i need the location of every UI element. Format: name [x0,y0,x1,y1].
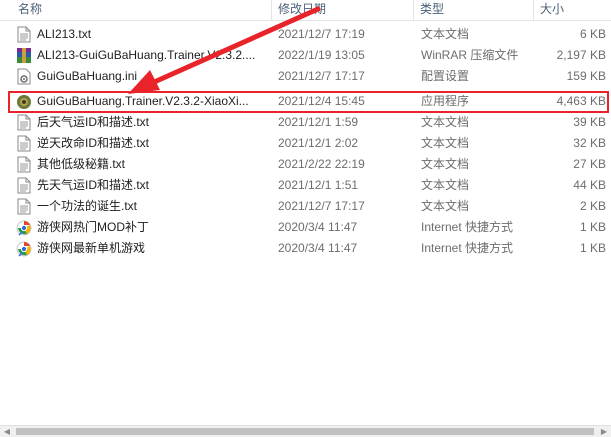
file-size: 27 KB [573,157,606,171]
file-name: GuiGuBaHuang.ini [37,69,138,83]
selection-highlight-box [8,91,609,113]
file-type: 文本文档 [421,136,470,150]
file-date: 2021/12/1 2:02 [278,136,359,150]
file-date: 2021/12/7 17:17 [278,199,365,213]
file-row[interactable]: 游侠网热门MOD补丁 2020/3/4 11:47 Internet 快捷方式 … [0,217,611,238]
file-size: 1 KB [579,241,606,255]
file-type: 文本文档 [421,27,470,41]
file-date: 2020/3/4 11:47 [278,241,358,255]
file-row[interactable]: 游侠网最新单机游戏 2020/3/4 11:47 Internet 快捷方式 1… [0,238,611,259]
file-row[interactable]: ALI213.txt 2021/12/7 17:19 文本文档 6 KB [0,24,611,45]
file-type: 文本文档 [421,115,470,129]
file-type: 文本文档 [421,157,470,171]
file-size: 2 KB [579,199,606,213]
file-size: 159 KB [566,69,606,83]
column-header-type-label: 类型 [420,2,445,16]
text-file-icon [16,156,32,173]
file-name: 其他低级秘籍.txt [37,157,126,171]
internet-shortcut-icon [16,240,32,257]
file-name: 先天气运ID和描述.txt [37,178,150,192]
text-file-icon [16,177,32,194]
file-row[interactable]: 逆天改命ID和描述.txt 2021/12/1 2:02 文本文档 32 KB [0,133,611,154]
scroll-left-icon[interactable]: ◀ [0,426,14,437]
file-size: 1 KB [579,220,606,234]
column-header-type[interactable]: 类型 [413,0,531,20]
file-date: 2022/1/19 13:05 [278,48,365,62]
horizontal-scrollbar[interactable]: ◀ ▶ [0,425,611,437]
file-row[interactable]: ALI213-GuiGuBaHuang.Trainer.V2.3.2.... 2… [0,45,611,66]
column-header-size-label: 大小 [540,2,565,16]
text-file-icon [16,198,32,215]
file-row[interactable]: 先天气运ID和描述.txt 2021/12/1 1:51 文本文档 44 KB [0,175,611,196]
column-header-name[interactable]: 名称 [12,0,270,20]
file-row[interactable]: 一个功法的诞生.txt 2021/12/7 17:17 文本文档 2 KB [0,196,611,217]
config-file-icon [16,68,32,85]
file-date: 2021/2/22 22:19 [278,157,365,171]
file-name: 游侠网最新单机游戏 [37,241,146,255]
internet-shortcut-icon [16,219,32,236]
file-type: Internet 快捷方式 [421,220,514,234]
text-file-icon [16,135,32,152]
file-size: 2,197 KB [556,48,606,62]
file-type: 配置设置 [421,69,470,83]
file-name: 逆天改命ID和描述.txt [37,136,150,150]
scroll-right-icon[interactable]: ▶ [597,426,611,437]
file-row[interactable]: GuiGuBaHuang.ini 2021/12/7 17:17 配置设置 15… [0,66,611,87]
text-file-icon [16,114,32,131]
file-date: 2021/12/1 1:51 [278,178,359,192]
text-file-icon [16,26,32,43]
column-header-size[interactable]: 大小 [533,0,611,20]
column-header-name-label: 名称 [18,2,43,16]
file-name: 一个功法的诞生.txt [37,199,138,213]
column-header-date-label: 修改日期 [278,2,327,16]
file-size: 32 KB [573,136,606,150]
file-row[interactable]: 其他低级秘籍.txt 2021/2/22 22:19 文本文档 27 KB [0,154,611,175]
file-name: ALI213-GuiGuBaHuang.Trainer.V2.3.2.... [37,48,256,62]
file-name: ALI213.txt [37,27,92,41]
file-type: WinRAR 压缩文件 [421,48,519,62]
file-date: 2021/12/1 1:59 [278,115,359,129]
file-name: 游侠网热门MOD补丁 [37,220,149,234]
file-date: 2021/12/7 17:17 [278,69,365,83]
scrollbar-thumb[interactable] [16,428,594,435]
file-date: 2020/3/4 11:47 [278,220,358,234]
file-size: 6 KB [579,27,606,41]
file-name: 后天气运ID和描述.txt [37,115,150,129]
column-header: 名称 修改日期 类型 大小 [0,0,611,21]
file-type: Internet 快捷方式 [421,241,514,255]
file-size: 39 KB [573,115,606,129]
file-row[interactable]: 后天气运ID和描述.txt 2021/12/1 1:59 文本文档 39 KB [0,112,611,133]
column-header-date[interactable]: 修改日期 [271,0,411,20]
file-size: 44 KB [573,178,606,192]
file-type: 文本文档 [421,199,470,213]
file-date: 2021/12/7 17:19 [278,27,365,41]
winrar-archive-icon [16,47,32,64]
file-type: 文本文档 [421,178,470,192]
